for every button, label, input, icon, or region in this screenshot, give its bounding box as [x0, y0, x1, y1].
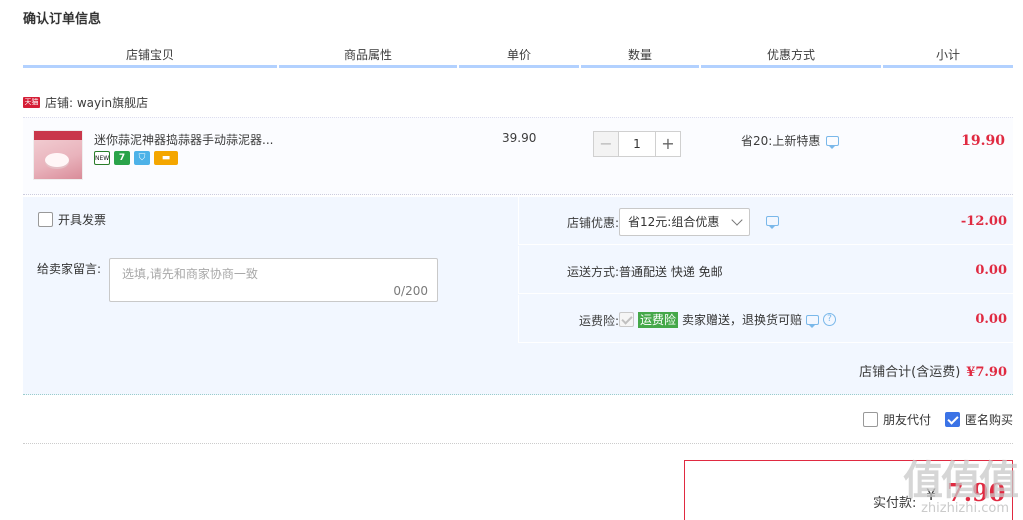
column-header-quantity: 数量: [581, 44, 699, 68]
shipping-method: 普通配送 快递 免邮: [619, 265, 723, 279]
column-header-subtotal: 小计: [883, 44, 1013, 68]
insurance-amount: 0.00: [975, 312, 1007, 327]
shop-discount-row: 店铺优惠: 省12元:组合优惠 -12.00: [518, 197, 1013, 245]
shop-discount-amount: -12.00: [960, 214, 1007, 229]
promotion-text: 省20:上新特惠: [741, 134, 821, 148]
shipping-label: 运送方式:: [566, 265, 619, 279]
help-icon[interactable]: ?: [823, 313, 837, 326]
payment-currency: ¥: [926, 485, 937, 504]
table-header: 店铺宝贝 商品属性 单价 数量 优惠方式 小计: [23, 44, 1013, 68]
shop-discount-label: 店铺优惠:: [566, 216, 619, 230]
card-icon[interactable]: ▬: [154, 151, 178, 165]
friend-pay-checkbox[interactable]: [862, 412, 878, 427]
friend-pay-label: 朋友代付: [882, 413, 931, 427]
order-detail-panel: 开具发票 给卖家留言: 选填,请先和商家协商一致 0/200 店铺优惠: 省12…: [23, 197, 1013, 395]
shop-total-amount: ¥7.90: [966, 365, 1007, 380]
shop-discount-selected: 省12元:组合优惠: [628, 215, 720, 229]
seller-note-label: 给卖家留言:: [37, 262, 102, 276]
seven-day-return-icon[interactable]: 7: [114, 151, 130, 165]
friend-pay-option[interactable]: 朋友代付: [862, 411, 931, 428]
anonymous-purchase-label: 匿名购买: [964, 413, 1013, 427]
order-item-row: 迷你蒜泥神器捣蒜器手动蒜泥器... NEW 7 ⛉ ▬ 39.90 − 1 + …: [23, 117, 1013, 195]
shipping-row: 运送方式: 普通配送 快递 免邮 0.00: [518, 246, 1013, 294]
seller-note-placeholder: 选填,请先和商家协商一致: [122, 267, 258, 281]
order-options: 朋友代付 匿名购买: [862, 411, 1013, 428]
decrease-quantity-button[interactable]: −: [593, 131, 619, 157]
unit-price: 39.90: [502, 131, 537, 145]
seller-note-textarea[interactable]: 选填,请先和商家协商一致 0/200: [109, 258, 438, 302]
column-header-discount: 优惠方式: [701, 44, 881, 68]
shipping-amount: 0.00: [975, 263, 1007, 278]
shop-line: 天猫 店铺: wayin旗舰店: [23, 94, 148, 110]
quantity-input[interactable]: 1: [619, 131, 655, 157]
seller-note-counter: 0/200: [393, 284, 428, 298]
shop-discount-select[interactable]: 省12元:组合优惠: [619, 208, 750, 236]
item-promotion: 省20:上新特惠: [741, 132, 840, 149]
insurance-checkbox: [619, 312, 634, 327]
shop-total: 店铺合计(含运费) ¥7.90: [859, 361, 1007, 380]
payment-label: 实付款:: [873, 496, 917, 511]
product-thumbnail[interactable]: [33, 130, 83, 180]
insurance-option: 运费险 卖家赠送，退换货可赔 ?: [619, 311, 837, 328]
column-header-unit-price: 单价: [459, 44, 579, 68]
anonymous-purchase-checkbox[interactable]: [944, 412, 960, 427]
order-summary-rows: 店铺优惠: 省12元:组合优惠 -12.00 运送方式: 普通配送 快递 免邮 …: [518, 197, 1013, 343]
chat-icon[interactable]: [826, 135, 840, 149]
chevron-down-icon: [731, 214, 743, 226]
payment-amount: 7.90: [947, 478, 1006, 507]
invoice-label: 开具发票: [58, 213, 107, 227]
increase-quantity-button[interactable]: +: [655, 131, 681, 157]
invoice-checkbox[interactable]: [38, 212, 53, 227]
item-subtotal: 19.90: [961, 133, 1005, 149]
tmall-icon: 天猫: [23, 96, 40, 108]
divider: [23, 443, 1013, 444]
invoice-option[interactable]: 开具发票: [38, 211, 106, 228]
quantity-stepper: − 1 +: [593, 131, 681, 157]
payment-summary: 实付款: ¥ 7.90: [684, 460, 1013, 520]
product-name-link[interactable]: 迷你蒜泥神器捣蒜器手动蒜泥器...: [94, 131, 273, 148]
chat-icon[interactable]: [806, 314, 820, 328]
column-header-attributes: 商品属性: [279, 44, 457, 68]
insurance-text: 卖家赠送，退换货可赔: [682, 313, 803, 327]
new-icon[interactable]: NEW: [94, 151, 110, 165]
shipping-insurance-row: 运费险: 运费险 卖家赠送，退换货可赔 ? 0.00: [518, 295, 1013, 343]
shop-total-label: 店铺合计(含运费): [859, 365, 961, 380]
page-title: 确认订单信息: [23, 12, 102, 27]
shop-name[interactable]: 店铺: wayin旗舰店: [45, 94, 148, 111]
buyer-options: 开具发票 给卖家留言: 选填,请先和商家协商一致 0/200: [23, 197, 517, 343]
insurance-label: 运费险:: [578, 314, 619, 328]
insurance-tag: 运费险: [638, 311, 679, 328]
guarantee-icon[interactable]: ⛉: [134, 151, 150, 165]
chat-icon[interactable]: [766, 216, 779, 229]
service-icons: NEW 7 ⛉ ▬: [94, 151, 178, 165]
column-header-item: 店铺宝贝: [23, 44, 277, 68]
anonymous-purchase-option[interactable]: 匿名购买: [944, 411, 1013, 428]
